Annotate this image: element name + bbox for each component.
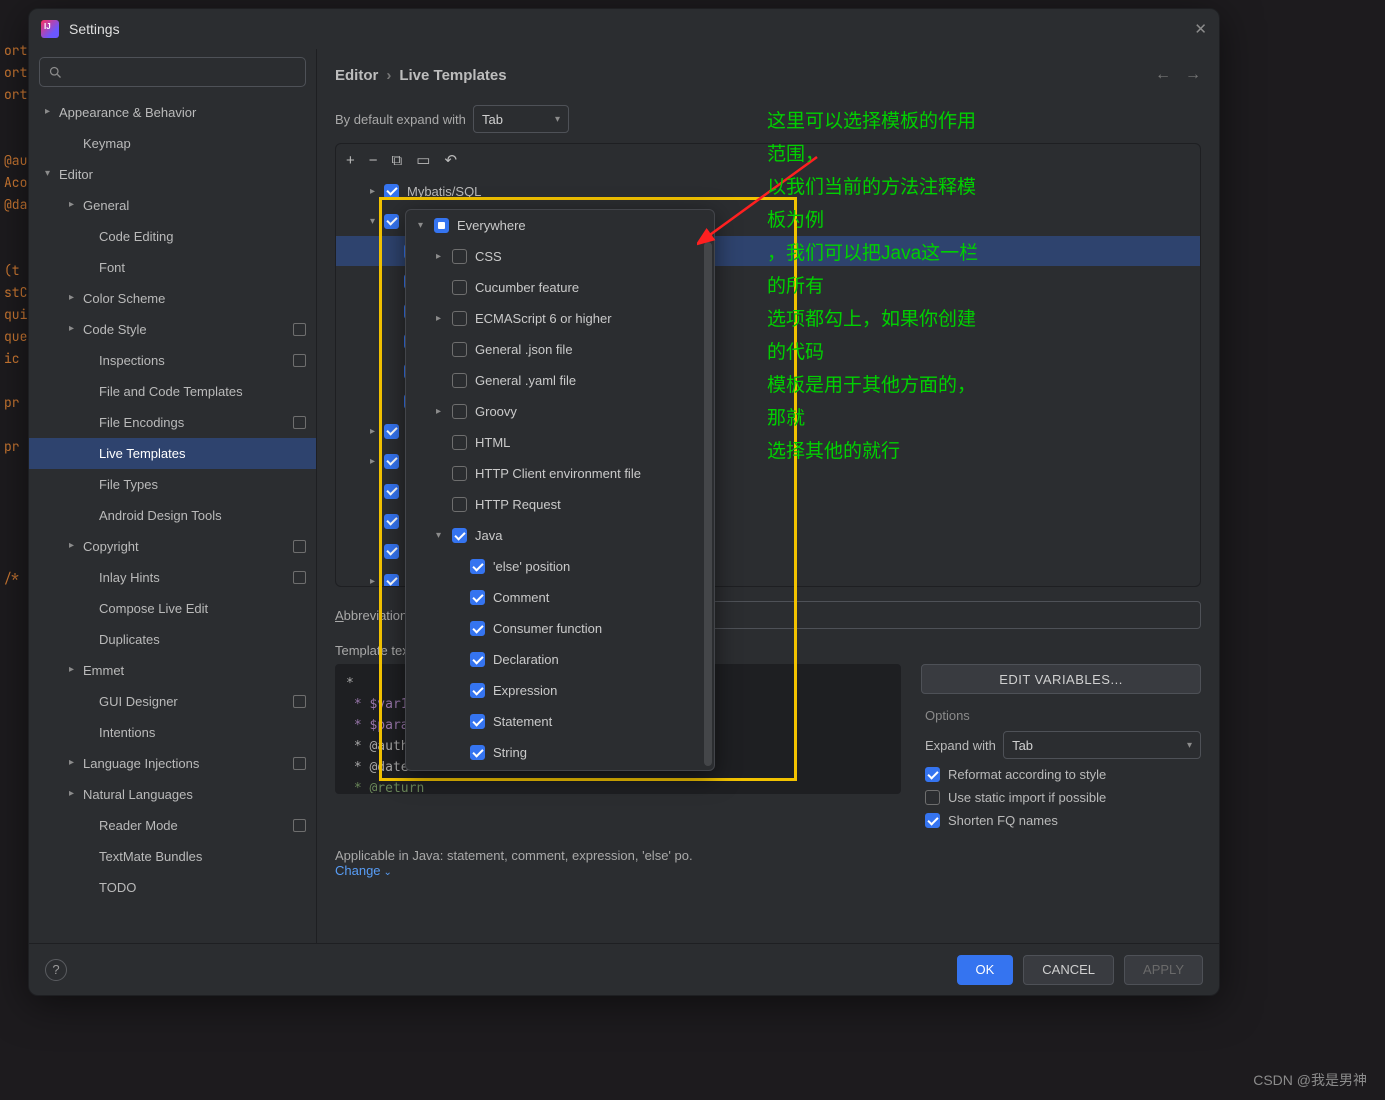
sidebar-item[interactable]: Android Design Tools: [29, 500, 316, 531]
gear-icon: [293, 819, 306, 832]
context-item[interactable]: ▸Groovy: [406, 396, 714, 427]
sidebar-item[interactable]: ▸Natural Languages: [29, 779, 316, 810]
remove-button[interactable]: −: [369, 152, 378, 169]
popup-scrollbar[interactable]: [704, 242, 712, 766]
gear-icon: [293, 757, 306, 770]
gear-icon: [293, 323, 306, 336]
sidebar-item[interactable]: Font: [29, 252, 316, 283]
apply-button[interactable]: APPLY: [1124, 955, 1203, 985]
sidebar-item[interactable]: ▾Editor: [29, 159, 316, 190]
sidebar-item[interactable]: ▸Code Style: [29, 314, 316, 345]
change-context-link[interactable]: Change⌄: [335, 863, 392, 878]
sidebar-item[interactable]: ▸Appearance & Behavior: [29, 97, 316, 128]
dialog-titlebar: Settings ✕: [29, 9, 1219, 49]
context-item[interactable]: HTTP Client environment file: [406, 458, 714, 489]
sidebar-item[interactable]: TODO: [29, 872, 316, 903]
sidebar-item[interactable]: Inlay Hints: [29, 562, 316, 593]
search-input[interactable]: [39, 57, 306, 87]
sidebar-item[interactable]: Reader Mode: [29, 810, 316, 841]
context-item[interactable]: HTTP Request: [406, 489, 714, 520]
static-import-checkbox[interactable]: [925, 790, 940, 805]
context-item[interactable]: 'else' position: [406, 551, 714, 582]
context-item[interactable]: Consumer function: [406, 613, 714, 644]
context-item[interactable]: General .yaml file: [406, 365, 714, 396]
watermark: CSDN @我是男神: [1253, 1070, 1367, 1090]
help-button[interactable]: ?: [45, 959, 67, 981]
options-heading: Options: [925, 708, 1201, 723]
shorten-fq-checkbox[interactable]: [925, 813, 940, 828]
ok-button[interactable]: OK: [957, 955, 1014, 985]
sidebar-item[interactable]: Live Templates: [29, 438, 316, 469]
undo-icon[interactable]: ↶: [444, 151, 457, 169]
settings-sidebar: ▸Appearance & BehaviorKeymap▾Editor▸Gene…: [29, 49, 317, 943]
breadcrumb: Editor › Live Templates ← →: [335, 57, 1201, 93]
copy-icon[interactable]: ⧉: [392, 152, 403, 169]
sidebar-item[interactable]: Duplicates: [29, 624, 316, 655]
dialog-footer: ? OK CANCEL APPLY: [29, 943, 1219, 995]
gear-icon: [293, 571, 306, 584]
sidebar-item[interactable]: Inspections: [29, 345, 316, 376]
context-item[interactable]: ▸CSS: [406, 241, 714, 272]
context-item[interactable]: ▾Java: [406, 520, 714, 551]
template-row[interactable]: ▸Mybatis/SQL: [336, 176, 1200, 206]
context-item[interactable]: ▸ECMAScript 6 or higher: [406, 303, 714, 334]
context-item[interactable]: General .json file: [406, 334, 714, 365]
sidebar-item[interactable]: Code Editing: [29, 221, 316, 252]
context-item[interactable]: Cucumber feature: [406, 272, 714, 303]
default-expand-combo[interactable]: Tab▾: [473, 105, 569, 133]
edit-variables-button[interactable]: EDIT VARIABLES...: [921, 664, 1201, 694]
search-icon: [48, 65, 63, 80]
sidebar-item[interactable]: ▸Emmet: [29, 655, 316, 686]
expand-label: By default expand with: [335, 112, 466, 127]
sidebar-item[interactable]: File Types: [29, 469, 316, 500]
sidebar-item[interactable]: ▸Color Scheme: [29, 283, 316, 314]
context-item[interactable]: String: [406, 737, 714, 768]
templates-toolbar: + − ⧉ ▭ ↶: [336, 144, 1200, 176]
context-item[interactable]: HTML: [406, 427, 714, 458]
sidebar-item[interactable]: ▸Language Injections: [29, 748, 316, 779]
settings-dialog: Settings ✕ ▸Appearance & BehaviorKeymap▾…: [28, 8, 1220, 996]
paste-icon[interactable]: ▭: [416, 151, 430, 169]
sidebar-item[interactable]: Intentions: [29, 717, 316, 748]
cancel-button[interactable]: CANCEL: [1023, 955, 1114, 985]
nav-fwd-icon[interactable]: →: [1185, 66, 1201, 84]
sidebar-item[interactable]: TextMate Bundles: [29, 841, 316, 872]
context-item[interactable]: ▾Everywhere: [406, 210, 714, 241]
expand-with-combo[interactable]: Tab▾: [1003, 731, 1201, 759]
sidebar-item[interactable]: Keymap: [29, 128, 316, 159]
context-item[interactable]: Declaration: [406, 644, 714, 675]
app-icon: [41, 20, 59, 38]
applicable-contexts: Applicable in Java: statement, comment, …: [335, 848, 1201, 878]
dialog-title: Settings: [69, 21, 120, 37]
gear-icon: [293, 695, 306, 708]
sidebar-item[interactable]: ▸Copyright: [29, 531, 316, 562]
sidebar-item[interactable]: File and Code Templates: [29, 376, 316, 407]
context-item[interactable]: Comment: [406, 582, 714, 613]
sidebar-item[interactable]: File Encodings: [29, 407, 316, 438]
sidebar-item[interactable]: Compose Live Edit: [29, 593, 316, 624]
sidebar-item[interactable]: ▸General: [29, 190, 316, 221]
nav-back-icon[interactable]: ←: [1155, 66, 1171, 84]
context-popup[interactable]: ▾Everywhere▸CSSCucumber feature▸ECMAScri…: [405, 209, 715, 771]
gear-icon: [293, 416, 306, 429]
context-item[interactable]: Statement: [406, 706, 714, 737]
add-button[interactable]: +: [346, 152, 355, 169]
content-pane: Editor › Live Templates ← → By default e…: [317, 49, 1219, 943]
close-icon[interactable]: ✕: [1194, 20, 1207, 38]
context-item[interactable]: Expression: [406, 675, 714, 706]
reformat-checkbox[interactable]: [925, 767, 940, 782]
options-box: EDIT VARIABLES... Options Expand with Ta…: [921, 664, 1201, 836]
settings-tree[interactable]: ▸Appearance & BehaviorKeymap▾Editor▸Gene…: [29, 97, 316, 939]
gear-icon: [293, 540, 306, 553]
sidebar-item[interactable]: GUI Designer: [29, 686, 316, 717]
gear-icon: [293, 354, 306, 367]
